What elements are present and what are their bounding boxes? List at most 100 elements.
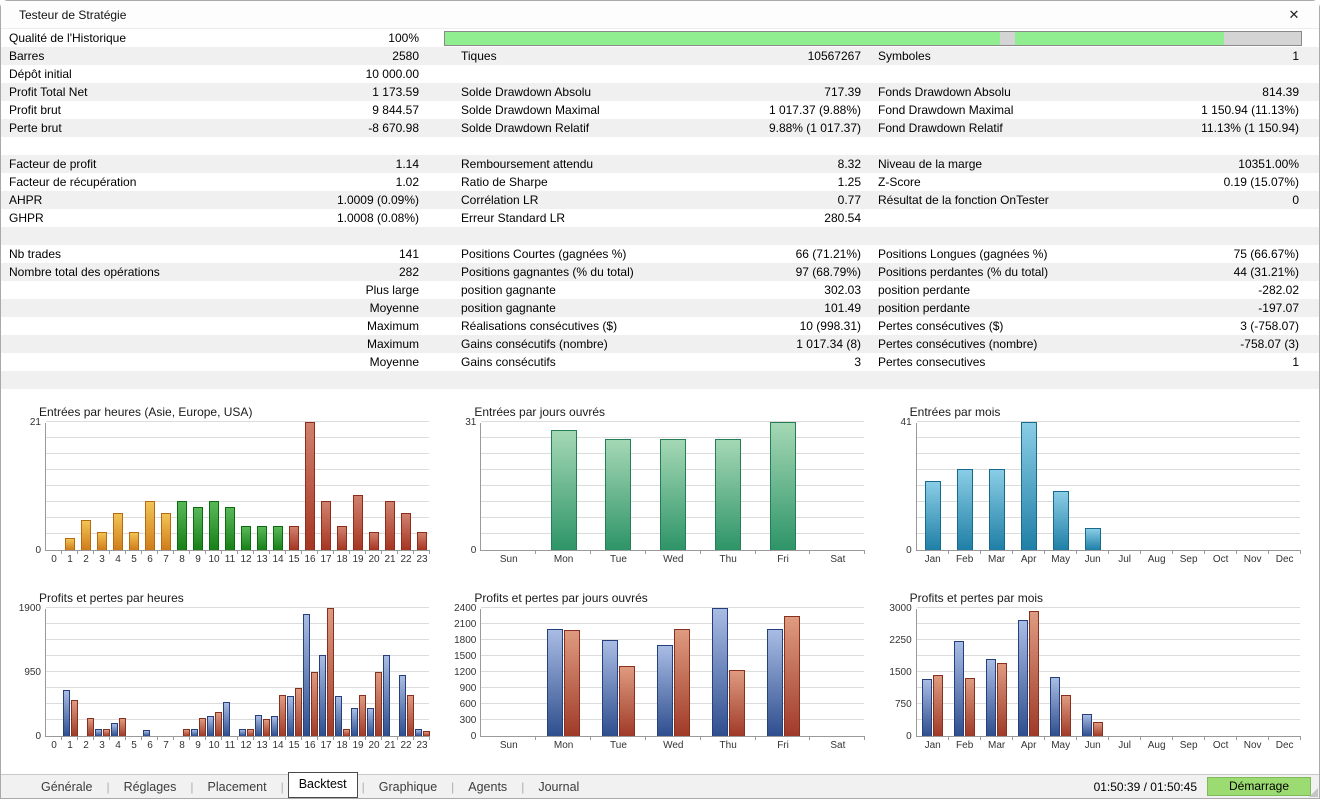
gridline (481, 623, 865, 624)
chart-title: Profits et pertes par jours ouvrés (474, 591, 648, 605)
gridline (46, 687, 429, 688)
close-icon[interactable]: ✕ (1283, 7, 1305, 23)
stats-cell: Nombre total des opérations 282 (1, 263, 436, 281)
stat-value: 100% (388, 31, 419, 45)
stats-cell: Nb trades 141 (1, 245, 436, 263)
stat-value: 66 (71.21%) (795, 247, 861, 261)
profit-bar (238, 728, 246, 736)
stats-cell (871, 371, 1319, 389)
stat-label: Niveau de la marge (878, 157, 983, 171)
stats-cell: Fond Drawdown Relatif 11.13% (1 150.94) (871, 119, 1319, 137)
stat-label: Perte brut (9, 121, 62, 135)
loss-bar (618, 666, 635, 736)
loss-bar (262, 719, 270, 736)
stats-cell: Profit Total Net 1 173.59 (1, 83, 436, 101)
profit-bar (94, 728, 102, 736)
entries-bar (209, 501, 219, 550)
x-axis-label: 8 (179, 554, 185, 565)
x-axis-label: 4 (115, 740, 121, 751)
title-bar: Testeur de Stratégie ✕ (1, 1, 1319, 29)
x-axis-label: 23 (416, 740, 428, 751)
gridline (916, 453, 1300, 454)
y-axis-label: 600 (459, 699, 477, 710)
x-axis-label: Aug (1147, 554, 1166, 565)
stat-value: 1 150.94 (11.13%) (1201, 103, 1299, 117)
tab-divider: | (280, 779, 284, 794)
stats-cell: Niveau de la marge 10351.00% (871, 155, 1319, 173)
entries-bar (924, 481, 941, 550)
stats-cell: Maximum (1, 317, 436, 335)
stats-row: Dépôt initial 10 000.00 (1, 65, 1319, 83)
y-axis-label: 1500 (889, 667, 912, 678)
x-axis-label: 7 (163, 740, 169, 751)
x-axis-label: 10 (208, 554, 220, 565)
x-axis-label: Tue (610, 740, 627, 751)
stats-row: Perte brut -8 670.98 Solde Drawdown Relati… (1, 119, 1319, 137)
stat-value: 2580 (392, 49, 419, 63)
stat-label: Facteur de récupération (9, 175, 137, 189)
loss-bar (1029, 610, 1040, 736)
stat-value: 9 844.57 (372, 103, 419, 117)
stats-cell: Réalisations consécutives ($) 10 (998.31) (436, 317, 871, 335)
x-axis-label: 9 (195, 740, 201, 751)
stat-label: Positions perdantes (% du total) (878, 265, 1049, 279)
tab-backtest[interactable]: Backtest (287, 772, 358, 798)
tab-graphique[interactable]: Graphique (369, 777, 447, 797)
profit-bar (334, 695, 342, 736)
tab-agents[interactable]: Agents (458, 777, 517, 797)
x-axis-label: Thu (719, 554, 737, 565)
stats-cell: Moyenne (1, 299, 436, 317)
loss-bar (214, 712, 222, 736)
x-axis-label: Mar (988, 554, 1006, 565)
axis-tick (1299, 550, 1301, 554)
stats-cell: Solde Drawdown Maximal 1 017.37 (9.88%) (436, 101, 871, 119)
gridline (481, 421, 865, 422)
x-axis-label: Jul (1118, 554, 1132, 565)
x-axis-label: 14 (272, 554, 284, 565)
x-axis-label: 6 (147, 740, 153, 751)
stat-label: Symboles (878, 49, 931, 63)
entries-bar (97, 531, 107, 550)
entries-bar (225, 507, 235, 550)
tab-réglages[interactable]: Réglages (114, 777, 187, 797)
entries-bar (770, 422, 797, 550)
stat-label: Tiques (461, 49, 497, 63)
tab-générale[interactable]: Générale (31, 777, 102, 797)
profit-bar (656, 645, 673, 736)
y-axis-label: 2100 (454, 619, 477, 630)
stat-value: Moyenne (369, 355, 419, 369)
y-axis-label: 31 (465, 417, 477, 428)
stats-row: Nombre total des opérations 282 Positions … (1, 263, 1319, 281)
charts-grid: Entrées par heures (Asie, Europe, USA) 0… (1, 389, 1319, 771)
stats-cell: Solde Drawdown Absolu 717.39 (436, 83, 871, 101)
stats-cell: Positions Courtes (gagnées %) 66 (71.21%) (436, 245, 871, 263)
chart-title: Entrées par mois (909, 405, 1001, 419)
stat-value: 1.14 (395, 157, 419, 171)
x-axis-label: 21 (384, 740, 396, 751)
x-axis-label: 12 (240, 554, 252, 565)
loss-bar (728, 669, 745, 736)
stats-row: Profit Total Net 1 173.59 Solde Drawdown A… (1, 83, 1319, 101)
entries-bar (369, 531, 379, 550)
stat-label: Pertes consecutives (878, 355, 986, 369)
stats-row: Moyenne Gains consécutifs 3 Pertes consecut… (1, 353, 1319, 371)
x-axis-label: 0 (51, 554, 57, 565)
profit-bar (318, 655, 326, 736)
tab-placement[interactable]: Placement (198, 777, 277, 797)
stat-label: position perdante (878, 301, 971, 315)
chart-entries-by-weekday: Entrées par jours ouvrés 0 31 Sun Mon Tue Wed… (442, 399, 877, 585)
x-axis-label: Nov (1243, 740, 1262, 751)
loss-bar (1061, 694, 1072, 736)
stats-cell: Dépôt initial 10 000.00 (1, 65, 436, 83)
resize-grip-icon[interactable] (1309, 788, 1318, 797)
gridline (481, 703, 865, 704)
stat-label: Positions Courtes (gagnées %) (461, 247, 627, 261)
gridline (46, 703, 429, 704)
stat-value: -758.07 (3) (1240, 337, 1299, 351)
start-button[interactable]: Démarrage (1207, 777, 1311, 796)
stat-value: 75 (66.67%) (1233, 247, 1299, 261)
tab-journal[interactable]: Journal (528, 777, 589, 797)
axis-tick (429, 550, 430, 554)
x-axis-label: Feb (956, 740, 974, 751)
profit-bar (601, 640, 618, 736)
